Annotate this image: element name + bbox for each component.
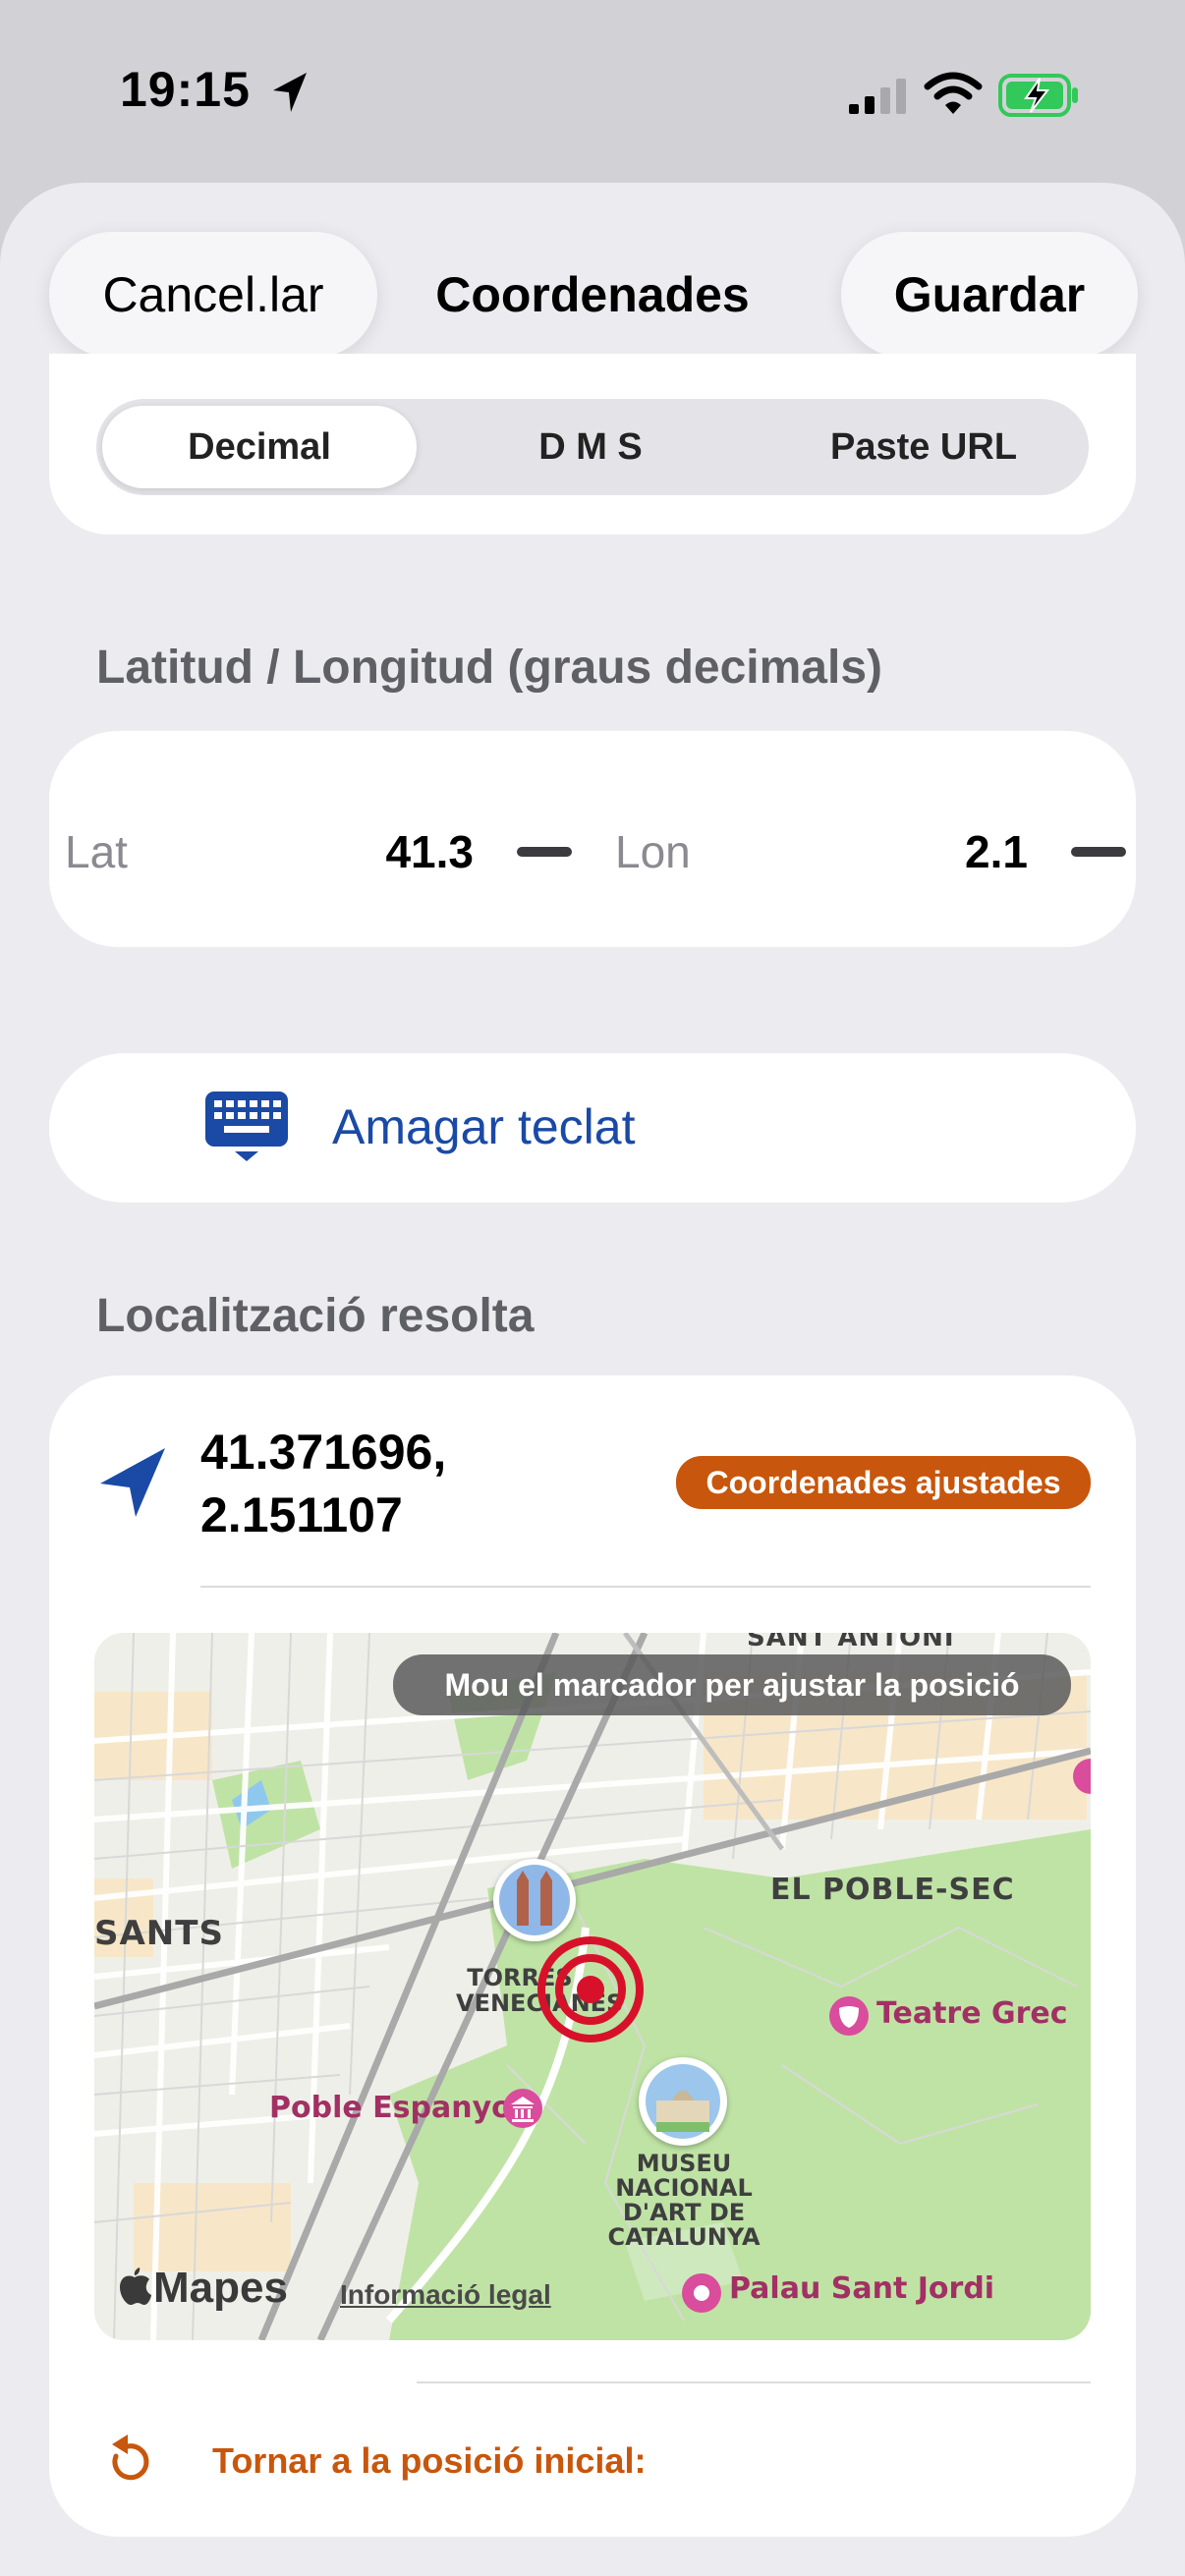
theatre-icon: [829, 1996, 869, 2036]
reset-arrow-icon: [112, 2435, 149, 2481]
decimal-section-title: Latitud / Longitud (graus decimals): [96, 642, 883, 694]
location-marker[interactable]: [536, 1935, 645, 2044]
map-label-palau-sant-jordi: Palau Sant Jordi: [729, 2271, 995, 2306]
poi-torres-venecianes[interactable]: [493, 1859, 576, 1941]
status-bar: 19:15: [0, 0, 1185, 177]
map-brand: Mapes: [153, 2264, 288, 2312]
resolved-section-title: Localització resolta: [96, 1290, 535, 1342]
adjusted-badge: Coordenades ajustades: [676, 1456, 1091, 1509]
resolved-coordinates: 41.371696, 2.151107: [200, 1421, 446, 1546]
lat-sign-toggle[interactable]: [517, 847, 572, 857]
status-time: 19:15: [120, 62, 251, 117]
page-title: Coordenades: [435, 267, 750, 322]
lon-sign-toggle[interactable]: [1071, 847, 1126, 857]
lon-input[interactable]: 2.1: [865, 825, 1028, 878]
poi-mnac[interactable]: [639, 2057, 727, 2146]
map-label-mnac-line1: MUSEU: [636, 2150, 732, 2177]
resolved-lon: 2.151107: [200, 1487, 403, 1542]
map-label-mnac-line3: D'ART DE: [622, 2199, 746, 2226]
navigation-arrow-icon: [100, 1448, 165, 1517]
keyboard-icon: [205, 1092, 288, 1161]
palace-icon: [646, 2064, 720, 2139]
map-label-sant-antoni: SANT ANTONI: [747, 1633, 955, 1652]
map-label-mnac-line2: NACIONAL: [615, 2174, 753, 2202]
divider: [200, 1586, 1091, 1588]
wifi-icon: [924, 72, 983, 114]
lon-label: Lon: [615, 826, 691, 877]
lat-label: Lat: [65, 826, 128, 877]
segment-dms[interactable]: D M S: [426, 406, 755, 488]
museum-icon: [503, 2089, 542, 2128]
venue-pin-icon: [682, 2273, 721, 2313]
map-legal-link[interactable]: Informació legal: [340, 2279, 551, 2311]
cellular-signal-icon: [849, 79, 906, 114]
map-label-mnac: MUSEU NACIONAL D'ART DE CATALUNYA: [586, 2152, 782, 2250]
map-label-el-poble-sec: EL POBLE-SEC: [770, 1873, 1015, 1907]
map-view[interactable]: Mou el marcador per ajustar la posició S…: [94, 1633, 1091, 2340]
location-arrow-icon: [273, 73, 307, 112]
reset-position-button[interactable]: Tornar a la posició inicial:: [212, 2440, 646, 2482]
cancel-button[interactable]: Cancel.lar: [49, 232, 377, 358]
map-hint: Mou el marcador per ajustar la posició: [393, 1654, 1071, 1715]
map-label-poble-espanyol: Poble Espanyol: [269, 2091, 523, 2125]
map-label-sants: SANTS: [94, 1914, 224, 1953]
map-label-mnac-line4: CATALUNYA: [607, 2223, 761, 2251]
towers-icon: [499, 1865, 570, 1935]
map-label-teatre-grec: Teatre Grec: [876, 1996, 1068, 2031]
segment-decimal[interactable]: Decimal: [102, 406, 417, 488]
apple-logo-icon: [120, 2268, 151, 2305]
resolved-lat: 41.371696,: [200, 1425, 447, 1480]
hide-keyboard-label: Amagar teclat: [332, 1099, 636, 1154]
divider: [417, 2381, 1091, 2383]
save-button[interactable]: Guardar: [841, 232, 1138, 358]
segment-paste-url[interactable]: Paste URL: [764, 406, 1083, 488]
lat-input[interactable]: 41.3: [295, 825, 474, 878]
battery-charging-icon: [998, 74, 1078, 117]
